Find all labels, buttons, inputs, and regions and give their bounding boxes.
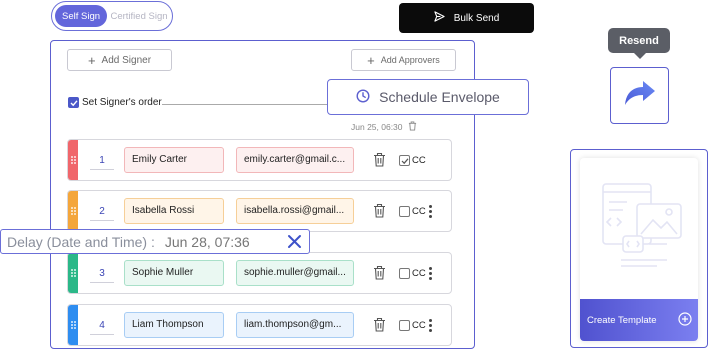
resend-tooltip: Resend <box>608 28 670 59</box>
signer-order-number[interactable]: 1 <box>90 152 114 170</box>
schedule-envelope-button[interactable]: Schedule Envelope <box>327 79 529 115</box>
send-icon <box>434 11 445 25</box>
cc-checkbox[interactable] <box>399 320 410 331</box>
resend-button[interactable] <box>610 67 669 124</box>
template-preview: Create Template <box>580 158 698 341</box>
cc-label: CC <box>412 268 426 279</box>
bulk-send-label: Bulk Send <box>453 12 500 24</box>
signer-email-field[interactable]: liam.thompson@gm... <box>236 312 354 338</box>
trash-icon[interactable] <box>373 152 386 172</box>
signer-row: 4 Liam Thompson liam.thompson@gm... CC <box>67 304 452 346</box>
close-icon[interactable] <box>286 233 303 253</box>
resend-tooltip-label: Resend <box>619 34 659 47</box>
cc-checkbox[interactable] <box>399 155 410 166</box>
drag-handle-icon[interactable] <box>68 140 78 180</box>
signers-order-label: Set Signer's order <box>82 97 162 108</box>
trash-icon[interactable] <box>373 265 386 285</box>
resend-arrow-icon <box>623 78 657 113</box>
cc-option[interactable]: CC <box>399 155 426 166</box>
cc-option[interactable]: CC <box>399 206 426 217</box>
signers-order-option[interactable]: Set Signer's order <box>68 97 162 108</box>
kebab-icon[interactable] <box>429 267 433 280</box>
plus-icon: + <box>367 52 375 68</box>
delay-date-time-bar: Delay (Date and Time) : Jun 28, 07:36 <box>0 229 310 254</box>
sign-mode-toggle: Self Sign Certified Sign <box>51 1 173 31</box>
self-sign-tab[interactable]: Self Sign <box>55 5 107 27</box>
trash-icon[interactable] <box>373 317 386 337</box>
signer-order-number[interactable]: 2 <box>90 203 114 221</box>
order-divider <box>162 104 332 105</box>
plus-circle-icon <box>678 312 692 329</box>
add-signer-label: Add Signer <box>101 54 152 66</box>
create-template-label: Create Template <box>587 314 657 326</box>
cc-label: CC <box>412 206 426 217</box>
signer-email-field[interactable]: isabella.rossi@gmail... <box>236 198 354 224</box>
template-illustration <box>597 178 687 283</box>
signer-name-field[interactable]: Sophie Muller <box>124 260 224 286</box>
cc-label: CC <box>412 155 426 166</box>
signer-row: 2 Isabella Rossi isabella.rossi@gmail...… <box>67 190 452 232</box>
signers-order-checkbox[interactable] <box>68 97 79 108</box>
bulk-send-button[interactable]: Bulk Send <box>399 3 534 33</box>
signer-name-field[interactable]: Isabella Rossi <box>124 198 224 224</box>
signer-email-field[interactable]: emily.carter@gmail.c... <box>236 147 354 173</box>
signer-order-number[interactable]: 3 <box>90 265 114 283</box>
signer-name-field[interactable]: Liam Thompson <box>124 312 224 338</box>
add-signer-button[interactable]: + Add Signer <box>67 49 172 71</box>
add-approvers-label: Add Approvers <box>380 55 440 65</box>
cc-label: CC <box>412 320 426 331</box>
schedule-envelope-label: Schedule Envelope <box>379 89 500 105</box>
signer-row: 1 Emily Carter emily.carter@gmail.c... C… <box>67 139 452 181</box>
drag-handle-icon[interactable] <box>68 191 78 231</box>
signer-email-field[interactable]: sophie.muller@gmail... <box>236 260 354 286</box>
kebab-icon[interactable] <box>429 205 433 218</box>
add-approvers-button[interactable]: + Add Approvers <box>351 49 456 71</box>
trash-icon[interactable] <box>408 121 417 133</box>
create-template-button[interactable]: Create Template <box>580 299 698 341</box>
plus-icon: + <box>87 52 96 68</box>
template-card: Create Template <box>570 149 708 348</box>
signer-row: 3 Sophie Muller sophie.muller@gmail... C… <box>67 252 452 294</box>
delay-label: Delay (Date and Time) : <box>7 233 155 250</box>
cc-checkbox[interactable] <box>399 268 410 279</box>
cc-option[interactable]: CC <box>399 268 426 279</box>
certified-sign-tab[interactable]: Certified Sign <box>109 5 169 27</box>
cc-checkbox[interactable] <box>399 206 410 217</box>
drag-handle-icon[interactable] <box>68 305 78 345</box>
clock-icon <box>356 88 370 106</box>
cc-option[interactable]: CC <box>399 320 426 331</box>
drag-handle-icon[interactable] <box>68 253 78 293</box>
schedule-meta-text: Jun 25, 06:30 <box>351 122 403 132</box>
signer-name-field[interactable]: Emily Carter <box>124 147 224 173</box>
schedule-meta: Jun 25, 06:30 <box>351 121 417 133</box>
trash-icon[interactable] <box>373 203 386 223</box>
delay-value[interactable]: Jun 28, 07:36 <box>165 234 250 250</box>
kebab-icon[interactable] <box>429 319 433 332</box>
signer-order-number[interactable]: 4 <box>90 317 114 335</box>
